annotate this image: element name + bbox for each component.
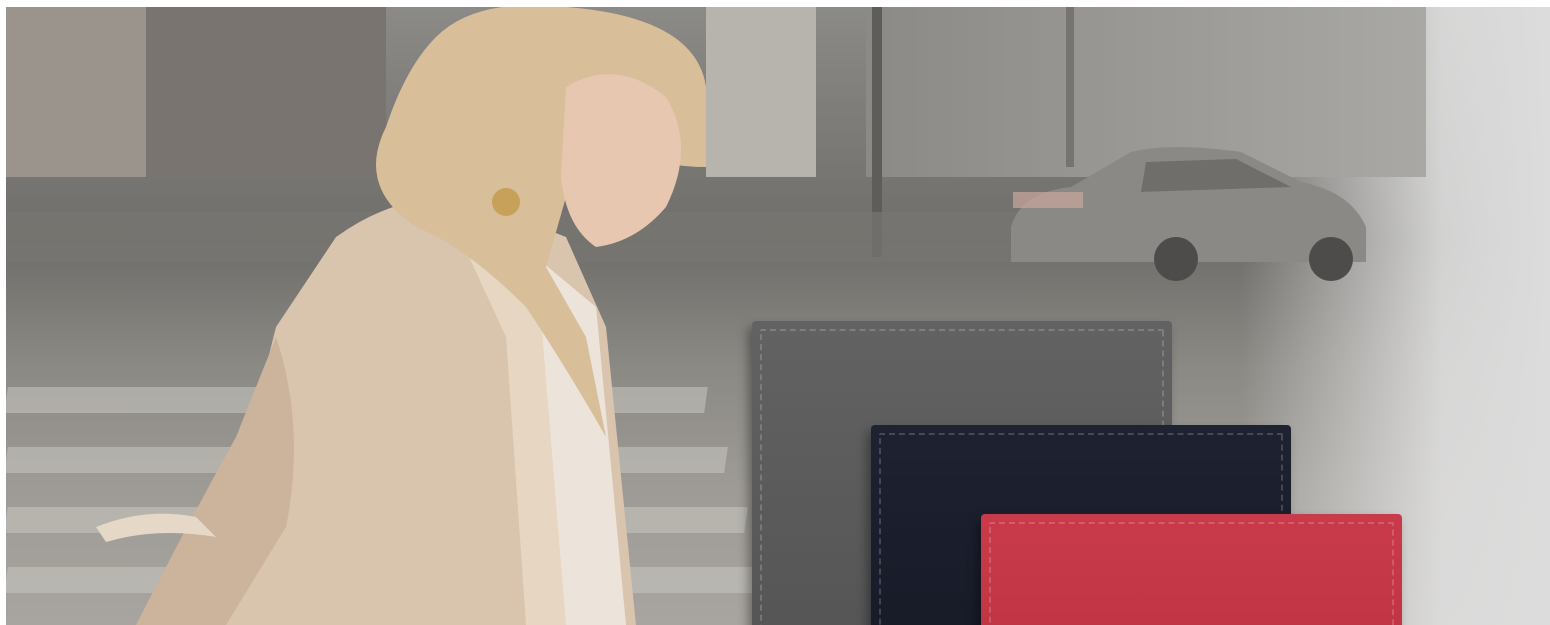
wallet-stack [6,7,1550,625]
wallet-red[interactable] [981,514,1402,625]
hero-banner [6,7,1550,625]
